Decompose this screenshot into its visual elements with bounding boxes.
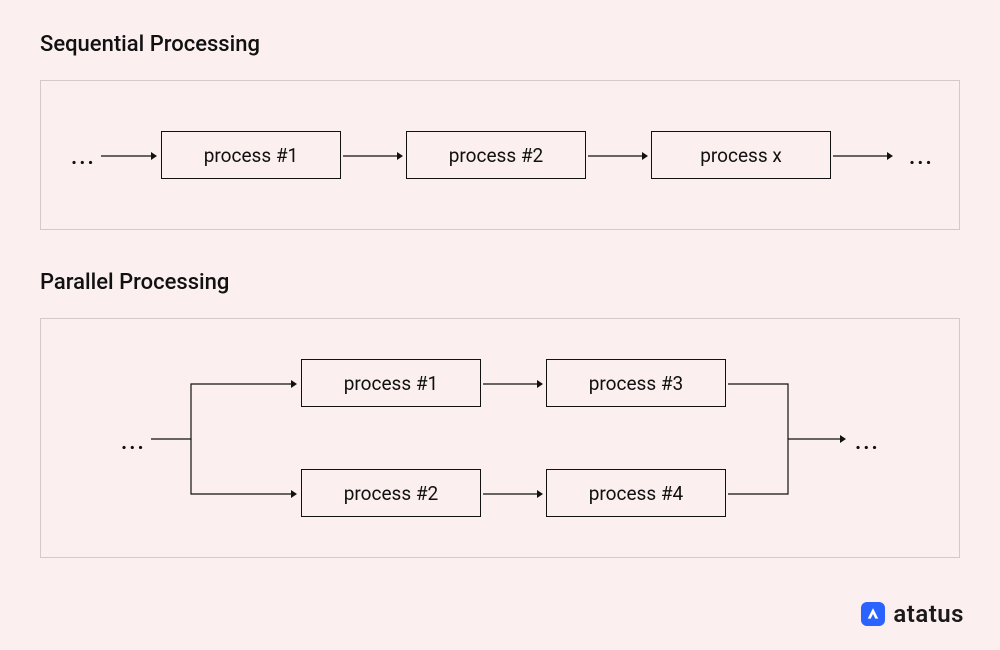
parallel-trailing-ellipsis: ... xyxy=(855,432,880,454)
arrow-icon xyxy=(588,151,648,161)
parallel-panel: ... process #1 process #3 process #2 pro… xyxy=(40,318,960,558)
arrow-icon xyxy=(833,151,893,161)
process-box: process #3 xyxy=(546,359,726,407)
sequential-trailing-ellipsis: ... xyxy=(909,147,934,169)
process-box: process #1 xyxy=(301,359,481,407)
fork-bracket-icon xyxy=(151,364,301,514)
sequential-panel: ... process #1 process #2 process x ... xyxy=(40,80,960,230)
brand-logo-icon xyxy=(861,602,885,626)
join-bracket-icon xyxy=(728,364,858,514)
arrow-icon xyxy=(483,379,543,389)
process-label: process #4 xyxy=(589,482,683,505)
process-label: process #1 xyxy=(204,144,298,167)
parallel-title: Parallel Processing xyxy=(40,270,229,295)
process-label: process x xyxy=(700,144,782,167)
process-box: process #2 xyxy=(406,131,586,179)
process-label: process #2 xyxy=(449,144,543,167)
parallel-leading-ellipsis: ... xyxy=(121,432,146,454)
process-label: process #1 xyxy=(344,372,438,395)
process-label: process #3 xyxy=(589,372,683,395)
arrow-icon xyxy=(483,489,543,499)
brand: atatus xyxy=(861,600,964,628)
process-label: process #2 xyxy=(344,482,438,505)
brand-name: atatus xyxy=(893,600,964,628)
arrow-icon xyxy=(343,151,403,161)
process-box: process #4 xyxy=(546,469,726,517)
process-box: process x xyxy=(651,131,831,179)
process-box: process #1 xyxy=(161,131,341,179)
arrow-icon xyxy=(101,151,157,161)
process-box: process #2 xyxy=(301,469,481,517)
sequential-title: Sequential Processing xyxy=(40,32,260,57)
sequential-leading-ellipsis: ... xyxy=(71,147,96,169)
